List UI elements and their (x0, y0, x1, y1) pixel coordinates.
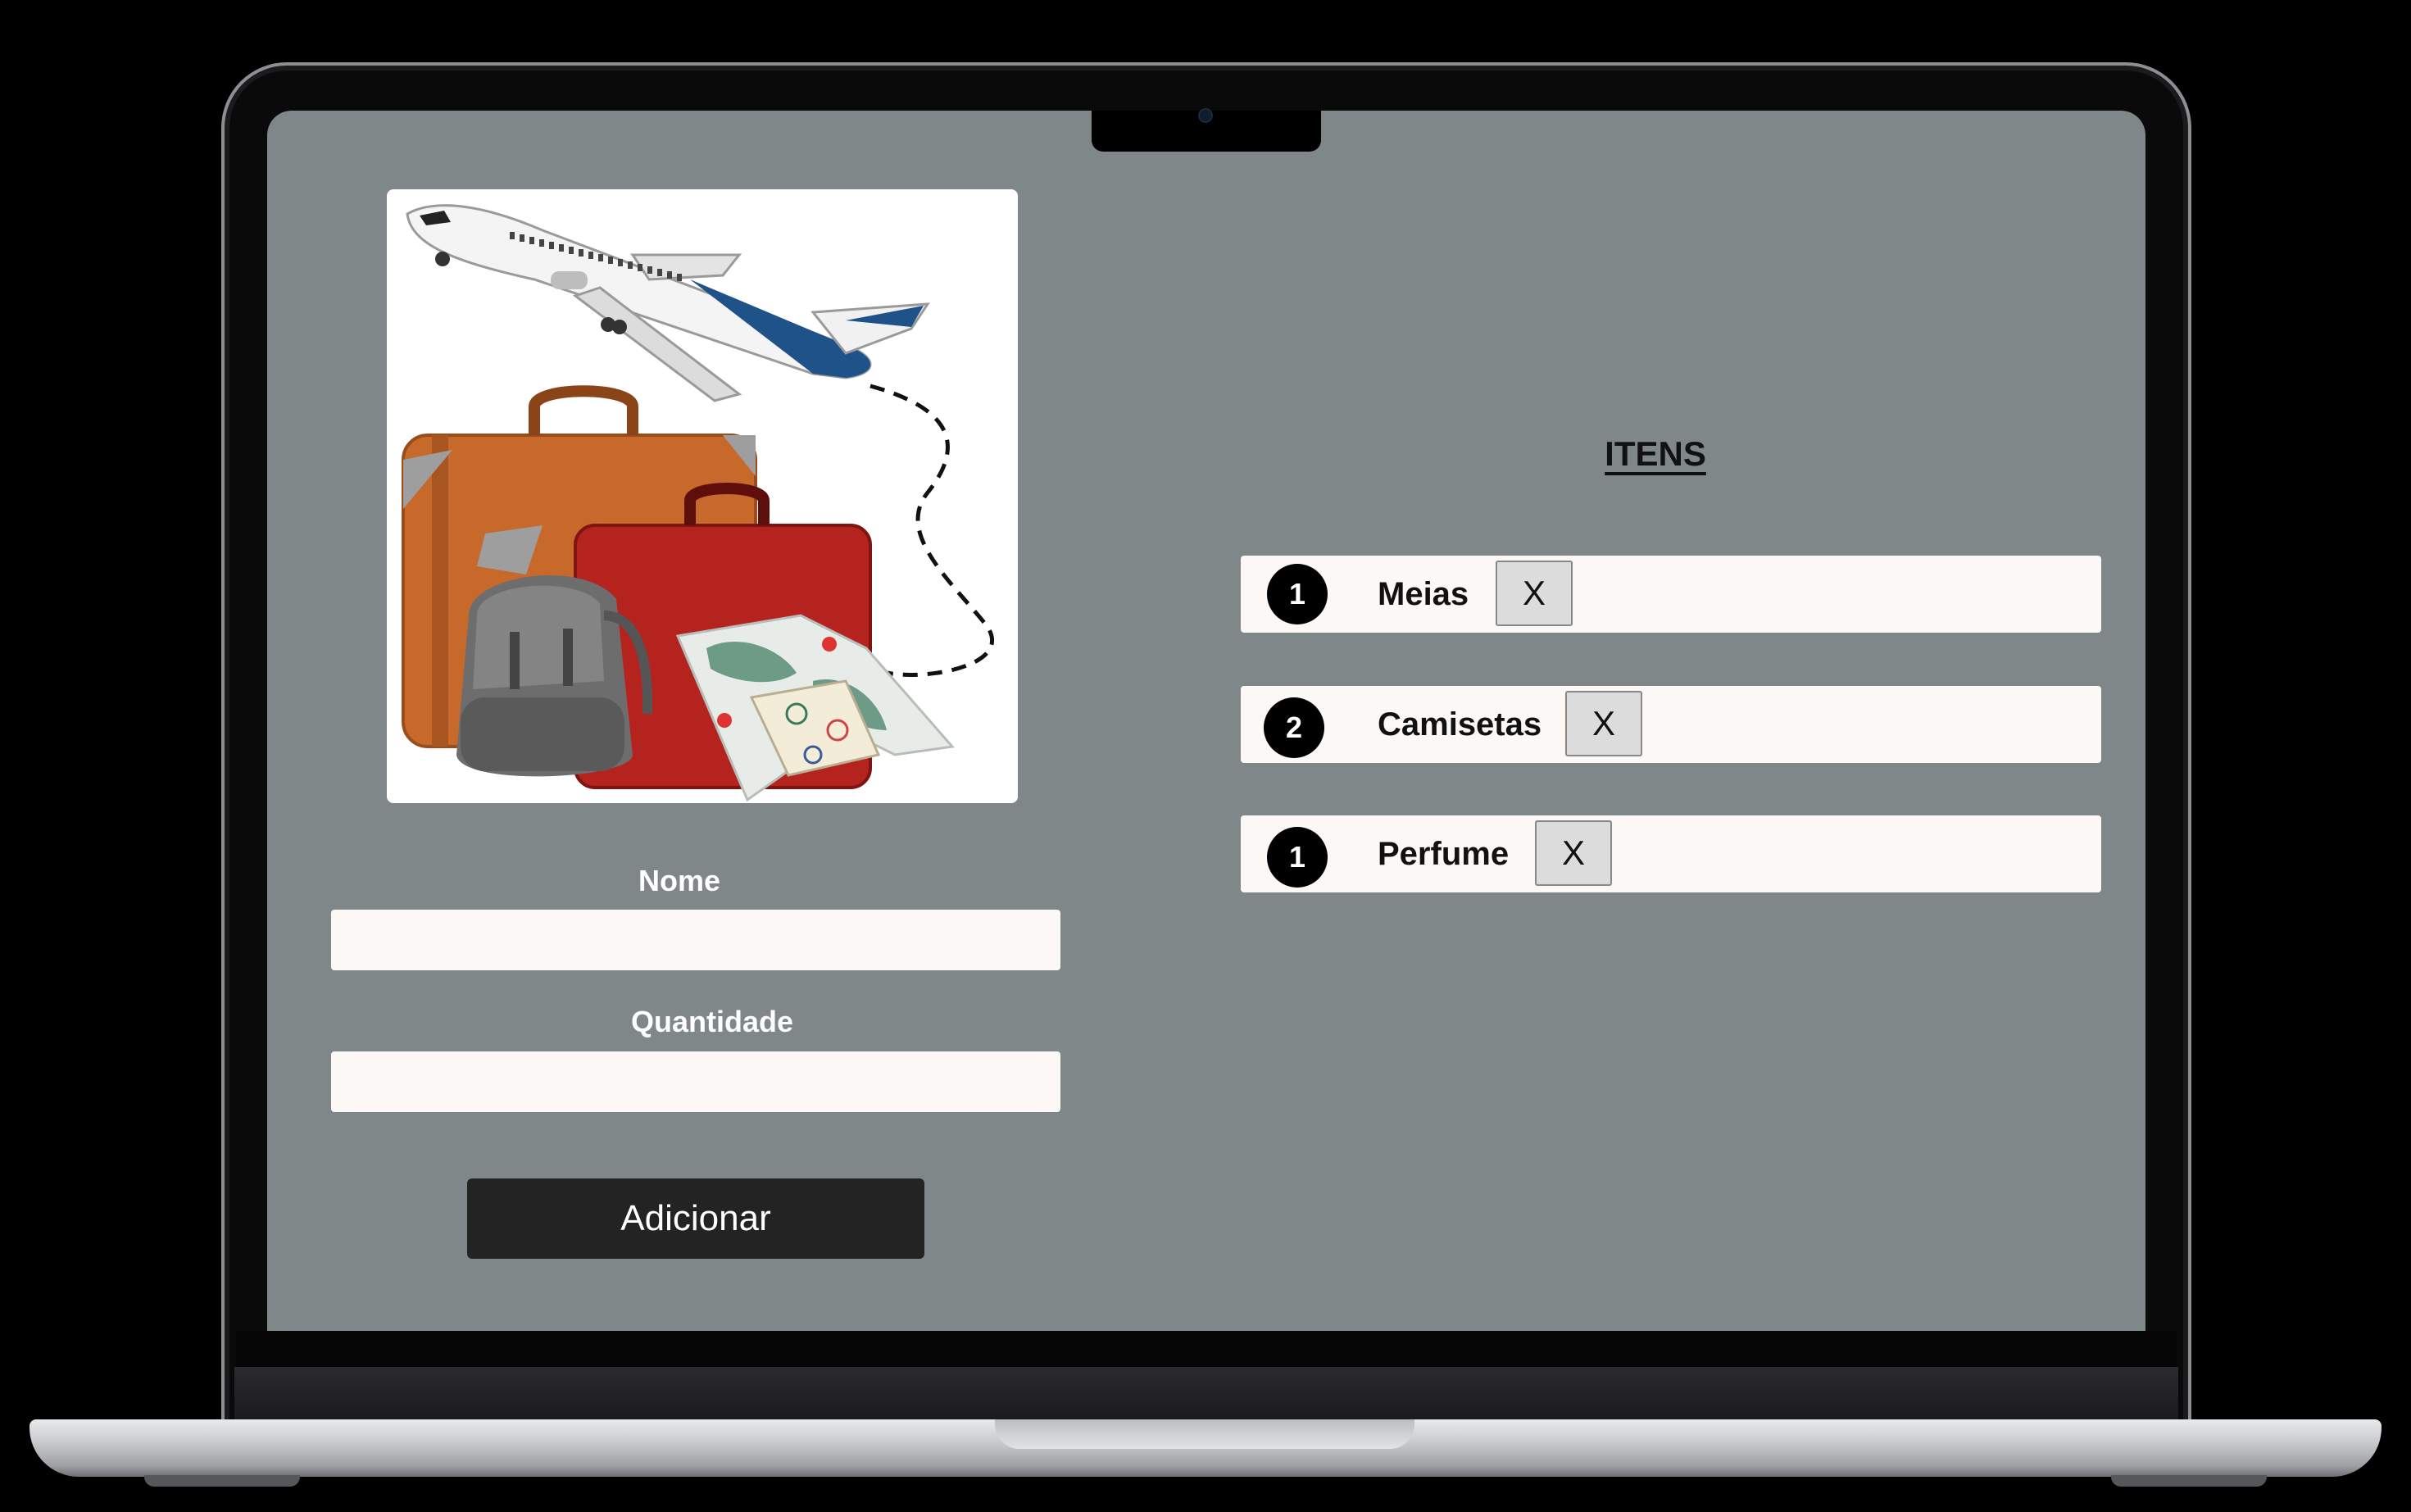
travel-illustration (387, 189, 1018, 803)
remove-item-button[interactable]: X (1565, 691, 1642, 756)
add-button[interactable]: Adicionar (467, 1178, 924, 1259)
name-label: Nome (638, 864, 721, 897)
quantity-badge: 2 (1264, 697, 1324, 758)
name-input[interactable] (331, 910, 1060, 970)
quantity-label: Quantidade (630, 1005, 794, 1038)
airplane-icon (406, 204, 930, 402)
list-item: 1 Meias X (1241, 556, 2101, 633)
quantity-badge: 1 (1267, 564, 1328, 624)
laptop-base-groove (995, 1419, 1414, 1449)
list-item: 2 Camisetas X (1241, 686, 2101, 763)
remove-item-button[interactable]: X (1535, 820, 1612, 886)
list-item: 1 Perfume X (1241, 815, 2101, 892)
laptop-foot-left (144, 1475, 300, 1487)
item-name: Camisetas (1378, 706, 1542, 742)
laptop-chin (234, 1367, 2178, 1421)
laptop-foot-right (2111, 1475, 2267, 1487)
list-title: ITENS (1605, 434, 1706, 473)
screen-bottom-bezel (236, 1331, 2177, 1367)
item-name: Meias (1378, 576, 1469, 612)
travel-illustration-icon (402, 204, 994, 802)
quantity-badge: 1 (1267, 827, 1328, 888)
quantity-input[interactable] (331, 1051, 1060, 1112)
remove-item-button[interactable]: X (1496, 561, 1573, 626)
camera-icon (1198, 108, 1213, 123)
item-name: Perfume (1378, 836, 1510, 872)
